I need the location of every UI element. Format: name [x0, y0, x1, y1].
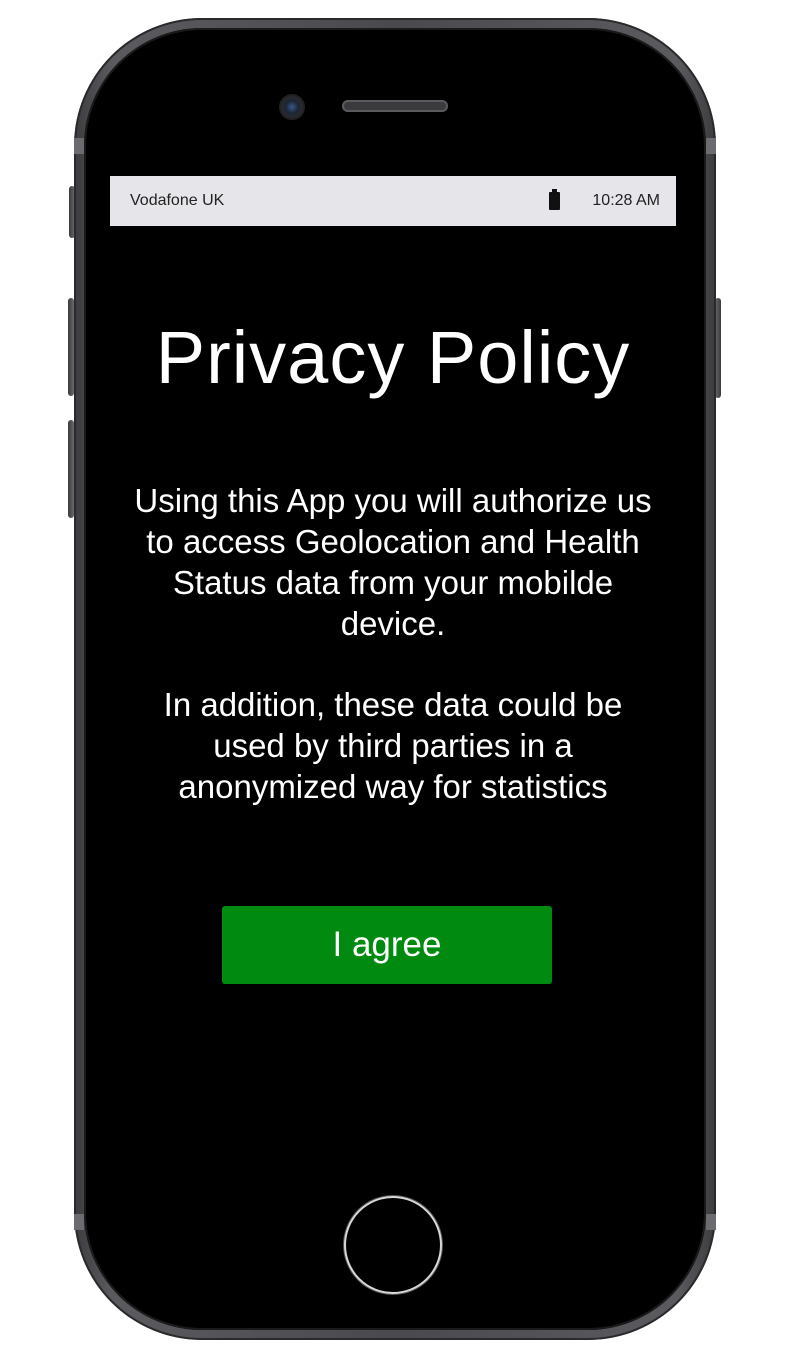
antenna-line — [74, 1214, 84, 1230]
page-title: Privacy Policy — [155, 316, 631, 399]
status-right: 10:28 AM — [549, 189, 660, 210]
antenna-line — [706, 1214, 716, 1230]
home-button[interactable] — [344, 1196, 442, 1294]
carrier-label: Vodafone UK — [130, 192, 225, 209]
clock-label: 10:28 AM — [592, 192, 660, 209]
antenna-line — [74, 138, 84, 154]
status-bar: Vodafone UK 10:28 AM — [110, 176, 676, 226]
policy-paragraph-1: Using this App you will authorize us to … — [134, 482, 652, 642]
front-camera-icon — [281, 96, 303, 118]
earpiece-speaker — [342, 100, 448, 112]
phone-screen: Vodafone UK 10:28 AM Privacy Policy Usin… — [110, 176, 676, 1166]
antenna-line — [706, 138, 716, 154]
agree-button[interactable]: I agree — [222, 906, 552, 984]
policy-paragraph-2: In addition, these data could be used by… — [163, 686, 623, 805]
battery-icon — [549, 189, 561, 210]
